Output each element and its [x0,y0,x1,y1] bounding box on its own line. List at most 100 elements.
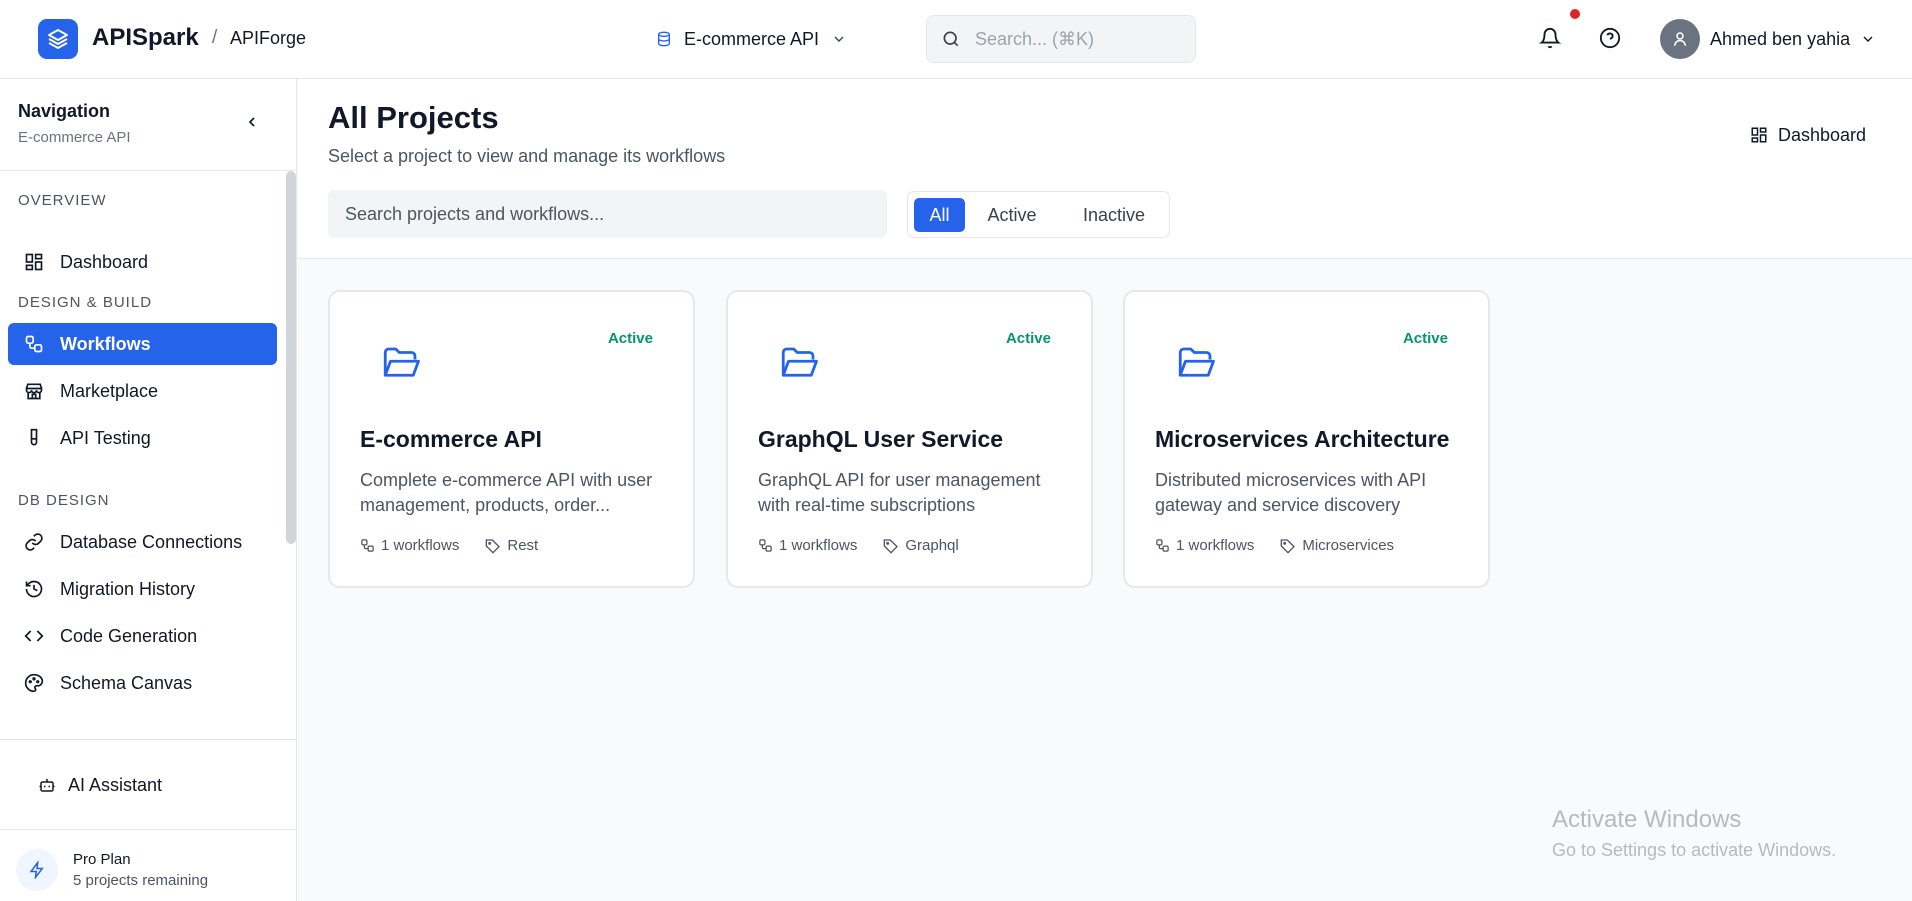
layout-dashboard-icon [1750,126,1768,144]
zap-icon [16,849,58,891]
help-button[interactable] [1594,22,1626,54]
sidebar-divider [0,739,297,740]
project-card[interactable]: Active GraphQL User Service GraphQL API … [726,290,1093,588]
chevron-down-icon [831,31,847,47]
workflow-icon [360,538,375,553]
history-icon [24,579,44,599]
workflow-count: 1 workflows [381,537,460,554]
brand-name[interactable]: APISpark [92,24,199,52]
test-tube-icon [24,428,44,448]
sidebar-title: Navigation [18,101,111,121]
folder-open-icon [380,342,422,384]
chevron-down-icon [1860,31,1876,47]
sidebar-item-label: Dashboard [60,251,149,272]
folder-open-icon [1175,342,1217,384]
sidebar-item-dashboard[interactable]: Dashboard [8,241,277,283]
project-description: Complete e-commerce API with user manage… [360,470,653,515]
sidebar-item-label: Database Connections [60,531,243,552]
project-card[interactable]: Active E-commerce API Complete e-commerc… [328,290,695,588]
workflow-icon [758,538,773,553]
global-search-placeholder: Search... (⌘K) [975,28,1095,49]
user-name: Ahmed ben yahia [1710,28,1851,49]
sidebar-divider [0,829,297,830]
project-selector-label: E-commerce API [684,28,820,49]
filter-inactive[interactable]: Inactive [1074,198,1154,232]
breadcrumb-separator: / [212,27,218,48]
filter-active[interactable]: Active [979,198,1045,232]
sidebar-item-label: Schema Canvas [60,672,193,693]
windows-watermark-subtitle: Go to Settings to activate Windows. [1552,840,1837,860]
section-overview: OVERVIEW [18,192,107,209]
status-badge: Active [607,330,653,347]
sidebar-item-migration-history[interactable]: Migration History [8,568,277,610]
sidebar-item-label: Code Generation [60,625,198,646]
chevron-left-icon [244,114,260,130]
dashboard-button-label: Dashboard [1778,124,1867,145]
top-header: APISpark / APIForge E-commerce API Searc… [0,0,1912,79]
section-db-design: DB DESIGN [18,492,110,509]
breadcrumb[interactable]: APIForge [230,28,306,49]
project-tag: Rest [507,537,539,554]
sidebar-item-workflows[interactable]: Workflows [8,323,277,365]
sidebar-subtitle: E-commerce API [18,129,131,146]
palette-icon [24,673,44,693]
bell-icon [1539,27,1561,49]
sidebar-item-code-generation[interactable]: Code Generation [8,615,277,657]
project-description: GraphQL API for user management with rea… [758,470,1041,515]
notification-badge [1570,9,1580,19]
dashboard-button[interactable]: Dashboard [1750,120,1866,150]
project-search-input[interactable]: Search projects and workflows... [328,190,887,238]
workflow-count: 1 workflows [1176,537,1255,554]
global-search-input[interactable]: Search... (⌘K) [926,15,1196,63]
sidebar-item-schema-canvas[interactable]: Schema Canvas [8,662,277,704]
project-title: E-commerce API [360,426,542,452]
sidebar-item-label: Workflows [60,333,151,354]
workflow-count: 1 workflows [779,537,858,554]
sidebar-item-label: Marketplace [60,380,159,401]
filter-all[interactable]: All [914,198,965,232]
project-meta: 1 workflows Rest [360,537,538,554]
project-description: Distributed microservices with API gatew… [1155,470,1427,515]
sidebar-header: Navigation E-commerce API [0,79,297,171]
database-icon [656,31,672,47]
search-icon [941,29,961,49]
project-tag: Microservices [1302,537,1395,554]
status-badge: Active [1402,330,1448,347]
status-filter-group: All Active Inactive [907,191,1170,238]
project-meta: 1 workflows Microservices [1155,537,1394,554]
sidebar-item-label: API Testing [60,427,151,448]
workflow-icon [1155,538,1170,553]
project-selector[interactable]: E-commerce API [656,22,847,56]
collapse-sidebar-button[interactable] [238,108,266,136]
link-icon [24,532,44,552]
ai-assistant-button[interactable]: AI Assistant [38,764,162,806]
user-menu[interactable]: Ahmed ben yahia [1660,18,1876,60]
project-title: GraphQL User Service [758,426,1004,452]
sidebar-item-api-testing[interactable]: API Testing [8,417,277,459]
project-title: Microservices Architecture [1155,426,1450,452]
status-badge: Active [1005,330,1051,347]
plan-name: Pro Plan [73,851,131,868]
page-subtitle: Select a project to view and manage its … [328,146,726,166]
section-design-build: DESIGN & BUILD [18,294,153,311]
tag-icon [883,538,899,554]
code-icon [24,626,44,646]
sidebar-item-database-connections[interactable]: Database Connections [8,521,277,563]
project-meta: 1 workflows Graphql [758,537,959,554]
windows-watermark-title: Activate Windows [1552,806,1742,833]
tag-icon [1280,538,1296,554]
plan-remaining: 5 projects remaining [73,872,209,889]
project-search-placeholder: Search projects and workflows... [345,203,605,224]
logo-icon[interactable] [38,19,78,59]
tag-icon [485,538,501,554]
notifications-button[interactable] [1534,22,1566,54]
workflow-icon [24,334,44,354]
project-card[interactable]: Active Microservices Architecture Distri… [1123,290,1490,588]
sidebar-item-marketplace[interactable]: Marketplace [8,370,277,412]
sidebar-item-label: Migration History [60,578,196,599]
sidebar-scrollbar[interactable] [286,171,296,544]
store-icon [24,381,44,401]
layout-dashboard-icon [24,252,44,272]
ai-assistant-label: AI Assistant [68,774,163,795]
folder-open-icon [778,342,820,384]
